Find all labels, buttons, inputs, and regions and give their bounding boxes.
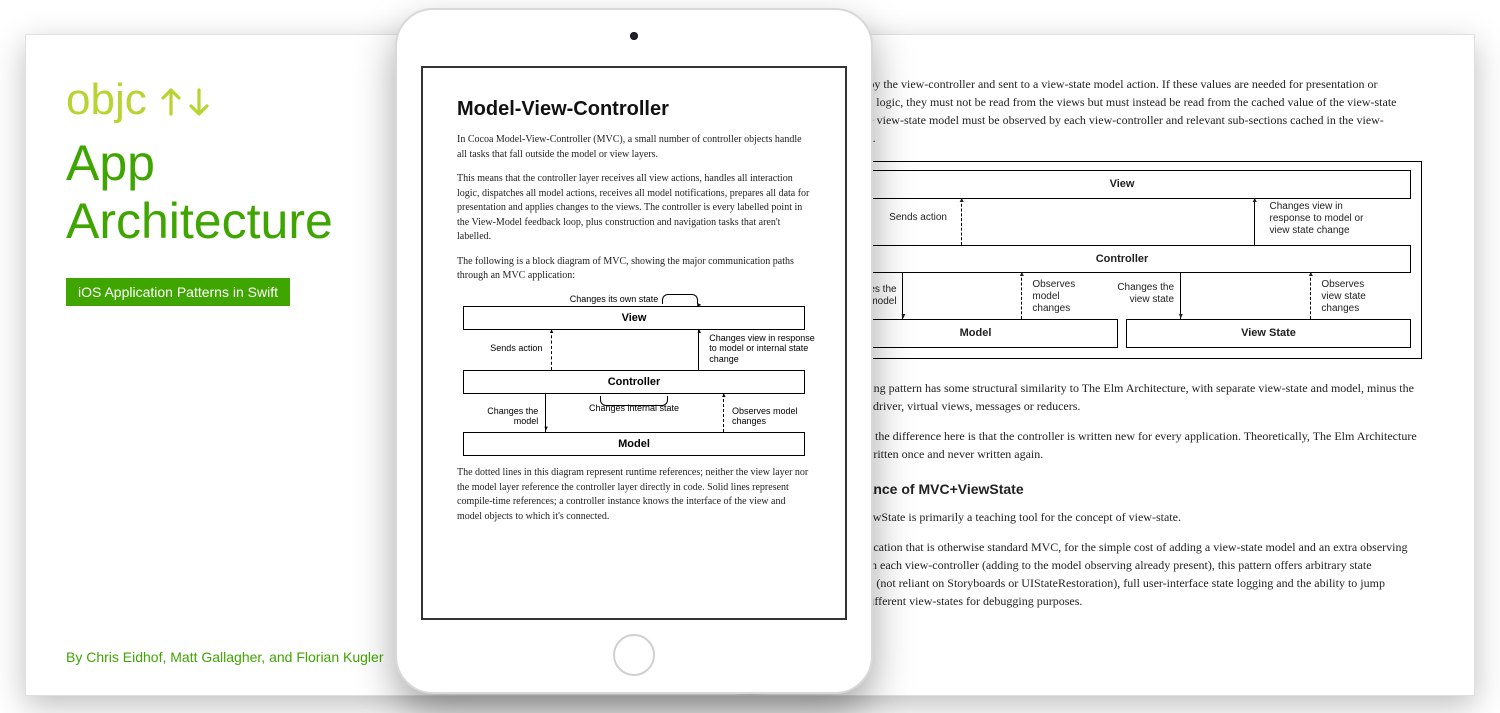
- diagram-label: Sends action: [490, 343, 542, 354]
- body-paragraph: The dotted lines in this diagram represe…: [457, 466, 811, 524]
- camera-icon: [630, 32, 638, 40]
- chapter-heading: Model-View-Controller: [457, 98, 811, 121]
- diagram-box-controller: Controller: [833, 245, 1411, 274]
- body-paragraph: The resulting pattern has some structura…: [822, 379, 1422, 415]
- diagram-label: Changes the model: [463, 406, 538, 428]
- body-paragraph: In an application that is otherwise stan…: [822, 538, 1422, 610]
- ipad-screen: Model-View-Controller In Cocoa Model-Vie…: [421, 66, 847, 620]
- diagram-label: Observes model changes: [1032, 279, 1092, 315]
- section-heading: Importance of MVC+ViewState: [822, 479, 1422, 500]
- diagram-label: Observes model changes: [732, 406, 805, 428]
- diagram-label: Changes the view state: [1104, 282, 1174, 306]
- diagram-box-view: View: [463, 306, 805, 330]
- body-paragraph: The following is a block diagram of MVC,…: [457, 255, 811, 284]
- diagram-box-controller: Controller: [463, 370, 805, 394]
- body-paragraph: MVC+ViewState is primarily a teaching to…: [822, 508, 1422, 526]
- brand-text: objc: [66, 75, 147, 125]
- diagram-label: Observes view state changes: [1321, 279, 1383, 315]
- mvc-viewstate-diagram: View Sends action Changes view in respon…: [822, 161, 1422, 359]
- diagram-label: Changes view in response to model or int…: [709, 333, 819, 365]
- mvc-diagram: Changes its own state View Sends action …: [463, 294, 805, 457]
- diagram-box-view: View: [833, 170, 1411, 199]
- diagram-box-model: Model: [463, 432, 805, 456]
- updown-arrows-icon: [153, 75, 223, 125]
- product-render: objc App Architecture iOS Application Pa…: [0, 0, 1500, 713]
- body-paragraph: observed by the view-controller and sent…: [822, 75, 1422, 147]
- diagram-box-viewstate: View State: [1126, 319, 1411, 348]
- body-paragraph: In Cocoa Model-View-Controller (MVC), a …: [457, 133, 811, 162]
- ipad-device: Model-View-Controller In Cocoa Model-Vie…: [395, 8, 873, 694]
- body-paragraph: This means that the controller layer rec…: [457, 172, 811, 245]
- book-subtitle: iOS Application Patterns in Swift: [66, 278, 290, 306]
- book-authors: By Chris Eidhof, Matt Gallagher, and Flo…: [66, 649, 384, 665]
- home-button-icon: [613, 634, 655, 676]
- body-paragraph: Of course, the difference here is that t…: [822, 427, 1422, 463]
- diagram-label: Sends action: [889, 212, 947, 224]
- diagram-label: Changes its own state: [463, 294, 805, 307]
- diagram-label: Changes view in response to model or vie…: [1269, 201, 1369, 237]
- diagram-box-model: Model: [833, 319, 1118, 348]
